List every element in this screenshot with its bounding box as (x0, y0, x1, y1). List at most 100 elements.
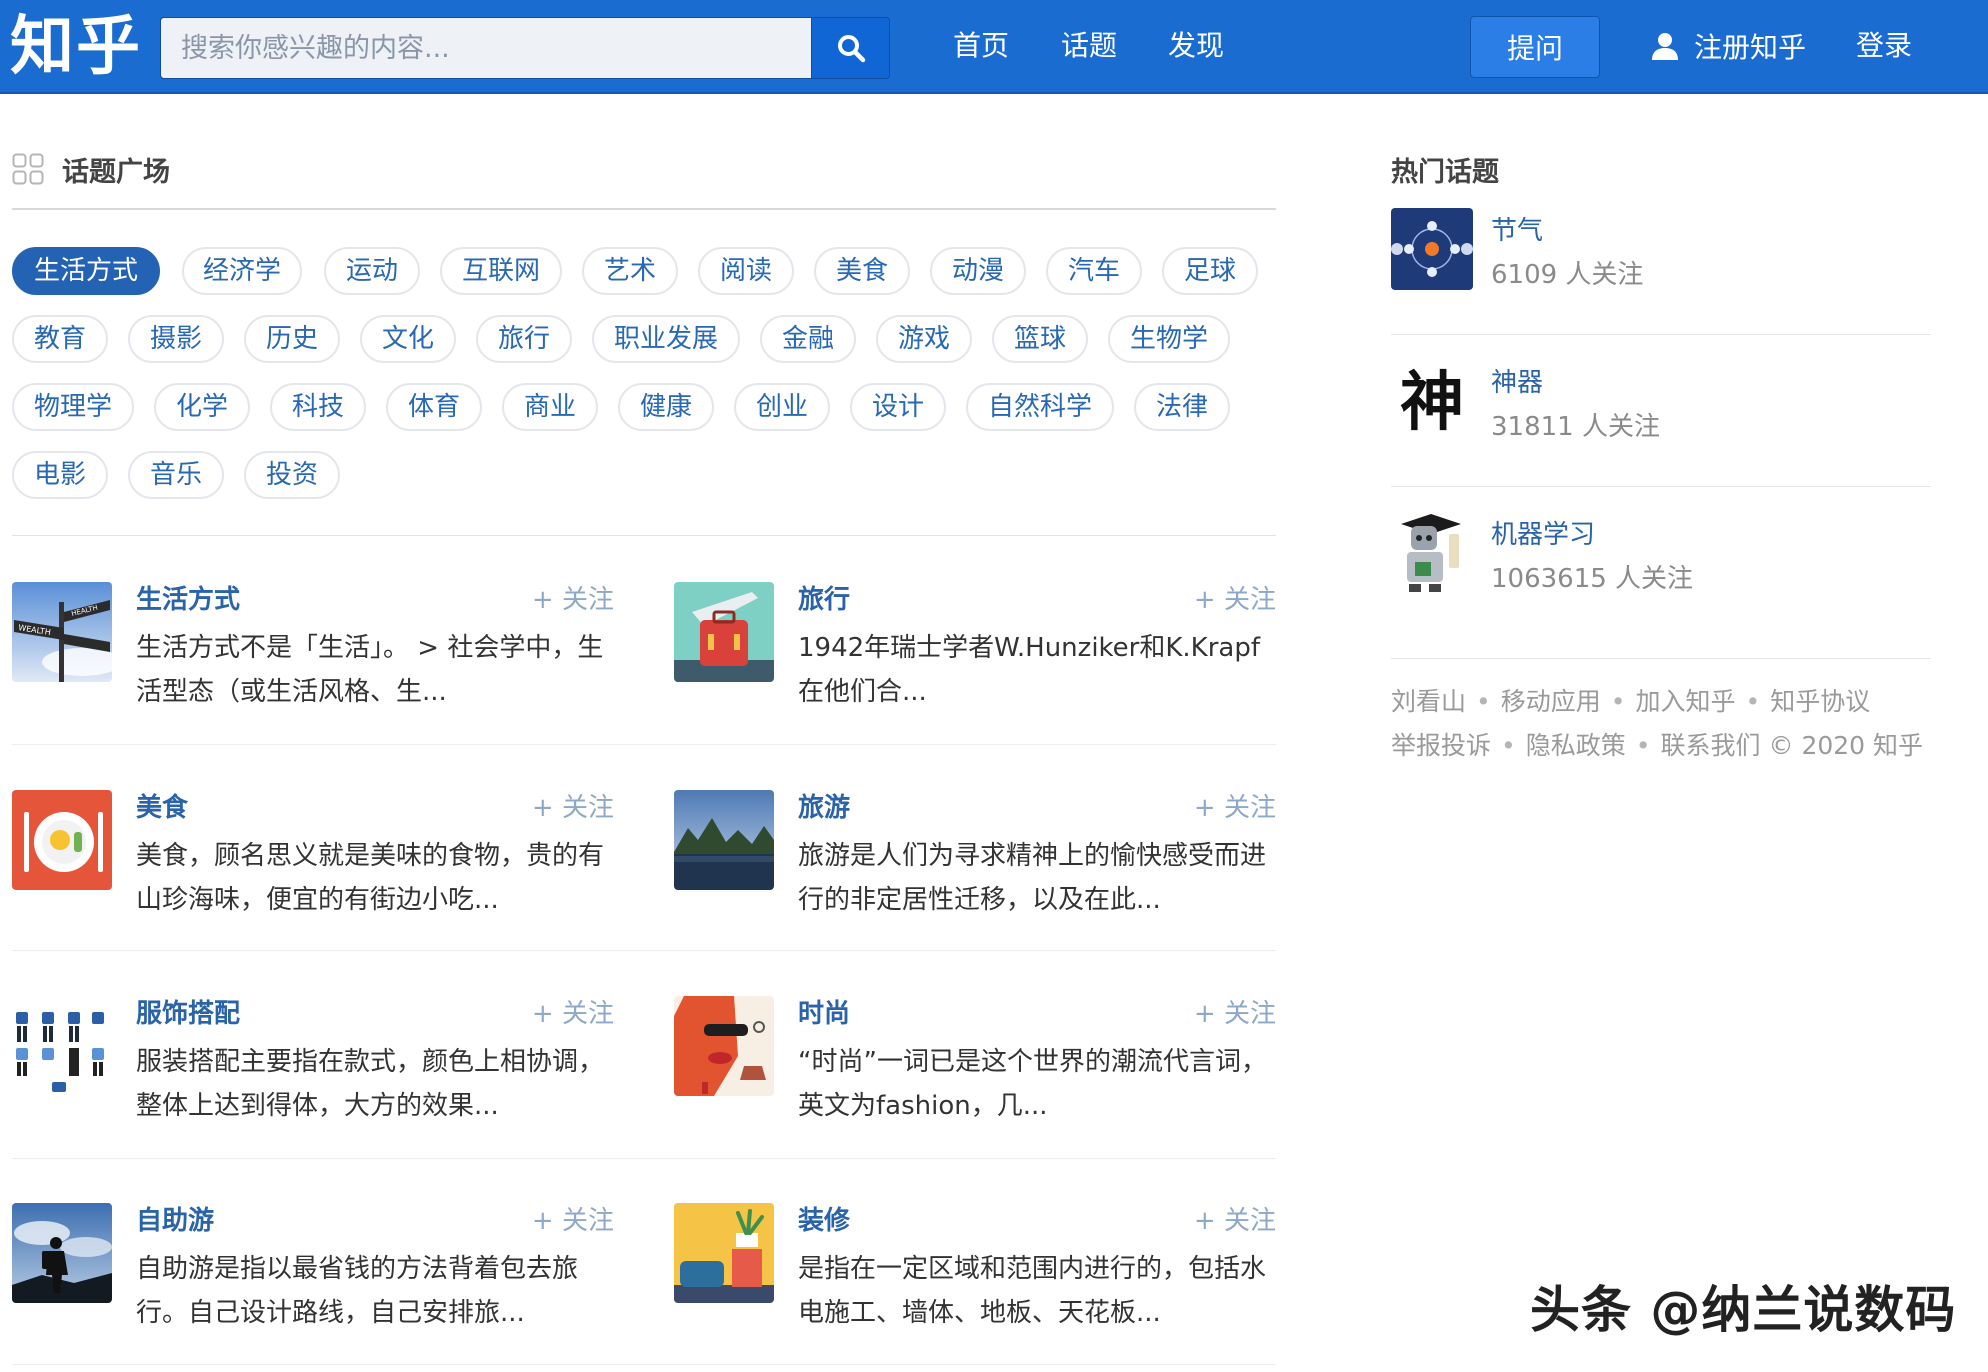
topic-description: 服装搭配主要指在款式，颜色上相协调，整体上达到得体，大方的效果... (136, 1047, 605, 1121)
follow-button[interactable]: + 关注 (1194, 582, 1276, 618)
tag-law[interactable]: 法律 (1134, 383, 1230, 431)
follow-button[interactable]: + 关注 (532, 582, 614, 618)
tag-travel[interactable]: 旅行 (476, 315, 572, 363)
topic-name[interactable]: 旅游 (798, 790, 850, 826)
hot-topic-followers: 31811 人关注 (1491, 412, 1660, 442)
tag-sports[interactable]: 运动 (324, 247, 420, 295)
topic-card-fashion: 时尚 + 关注 “时尚”一词已是这个世界的潮流代言词，英文为fashion，几.… (674, 996, 1276, 1176)
follow-label: 关注 (561, 999, 614, 1029)
self-guided-travel-thumbnail[interactable] (12, 1203, 112, 1303)
watermark: 头条 @纳兰说数码 (1530, 1281, 1957, 1339)
topic-name[interactable]: 自助游 (136, 1203, 214, 1239)
login-link[interactable]: 登录 (1856, 24, 1912, 68)
tag-history[interactable]: 历史 (244, 315, 340, 363)
tag-business[interactable]: 商业 (502, 383, 598, 431)
footer-link-liukanshan[interactable]: 刘看山 (1391, 687, 1466, 716)
travel-thumbnail[interactable] (674, 582, 774, 682)
follow-button[interactable]: + 关注 (532, 1203, 614, 1239)
follow-label: 关注 (1223, 999, 1276, 1029)
follow-label: 关注 (1223, 585, 1276, 615)
separator-dot: • (1635, 731, 1651, 760)
outfit-thumbnail[interactable] (12, 996, 112, 1096)
solar-terms-thumbnail[interactable] (1391, 208, 1473, 290)
ask-question-button[interactable]: 提问 (1470, 16, 1600, 78)
tag-startup[interactable]: 创业 (734, 383, 830, 431)
footer-link-privacy[interactable]: 隐私政策 (1526, 731, 1626, 760)
topic-card-self-guided-travel: 自助游 + 关注 自助游是指以最省钱的方法背着包去旅行。自己设计路线，自己安排旅… (12, 1203, 614, 1372)
topic-name[interactable]: 美食 (136, 790, 188, 826)
topic-name[interactable]: 服饰搭配 (136, 996, 240, 1032)
topic-name[interactable]: 旅行 (798, 582, 850, 618)
search-button[interactable] (812, 17, 890, 79)
tag-internet[interactable]: 互联网 (440, 247, 562, 295)
tag-physics[interactable]: 物理学 (12, 383, 134, 431)
tag-athletics[interactable]: 体育 (386, 383, 482, 431)
tag-food[interactable]: 美食 (814, 247, 910, 295)
topic-card-outfit: 服饰搭配 + 关注 服装搭配主要指在款式，颜色上相协调，整体上达到得体，大方的效… (12, 996, 614, 1176)
nav-topics[interactable]: 话题 (1061, 24, 1117, 68)
tag-basketball[interactable]: 篮球 (992, 315, 1088, 363)
decoration-thumbnail[interactable] (674, 1203, 774, 1303)
tag-finance[interactable]: 金融 (760, 315, 856, 363)
tag-career[interactable]: 职业发展 (592, 315, 740, 363)
follow-button[interactable]: + 关注 (1194, 996, 1276, 1032)
tag-music[interactable]: 音乐 (128, 451, 224, 499)
tag-games[interactable]: 游戏 (876, 315, 972, 363)
footer-link-mobile-app[interactable]: 移动应用 (1501, 687, 1601, 716)
nav-home[interactable]: 首页 (953, 24, 1009, 68)
tag-cars[interactable]: 汽车 (1046, 247, 1142, 295)
machine-learning-thumbnail[interactable] (1391, 512, 1473, 594)
follow-button[interactable]: + 关注 (1194, 1203, 1276, 1239)
hot-divider (1391, 334, 1931, 335)
follow-button[interactable]: + 关注 (532, 996, 614, 1032)
footer-links: 刘看山 • 移动应用 • 加入知乎 • 知乎协议 举报投诉 • 隐私政策 • 联系我们 © 2020… (1391, 680, 1951, 768)
hot-topic-item: 机器学习 1063615 人关注 (1391, 512, 1931, 664)
tag-health[interactable]: 健康 (618, 383, 714, 431)
artifact-thumbnail[interactable]: 神 (1391, 360, 1473, 442)
footer-link-agreement[interactable]: 知乎协议 (1770, 687, 1870, 716)
tag-education[interactable]: 教育 (12, 315, 108, 363)
hot-topic-name[interactable]: 节气 (1491, 210, 1543, 247)
tag-economics[interactable]: 经济学 (182, 247, 302, 295)
topic-card-lifestyle: WEALTH HEALTH 生活方式 + 关注 生活方式不是「生活」。 > 社会… (12, 582, 614, 762)
footer-link-report[interactable]: 举报投诉 (1391, 731, 1491, 760)
footer-link-contact[interactable]: 联系我们 (1661, 731, 1761, 760)
nav-explore[interactable]: 发现 (1168, 24, 1224, 68)
zhihu-logo[interactable]: 知乎 (10, 10, 142, 84)
tag-culture[interactable]: 文化 (360, 315, 456, 363)
tag-investment[interactable]: 投资 (244, 451, 340, 499)
tags-divider (12, 535, 1276, 536)
topic-description: 旅游是人们为寻求精神上的愉快感受而进行的非定居性迁移，以及在此... (798, 841, 1267, 915)
tag-technology[interactable]: 科技 (270, 383, 366, 431)
hot-topic-followers: 1063615 人关注 (1491, 564, 1694, 594)
topic-name[interactable]: 生活方式 (136, 582, 240, 618)
topic-description: 1942年瑞士学者W.Hunziker和K.Krapf在他们合... (798, 633, 1260, 707)
search-input[interactable] (160, 17, 812, 79)
follow-button[interactable]: + 关注 (1194, 790, 1276, 826)
follow-label: 关注 (561, 1206, 614, 1236)
tag-design[interactable]: 设计 (850, 383, 946, 431)
tag-reading[interactable]: 阅读 (698, 247, 794, 295)
hot-topic-followers: 6109 人关注 (1491, 260, 1644, 290)
follow-button[interactable]: + 关注 (532, 790, 614, 826)
footer-link-join[interactable]: 加入知乎 (1636, 687, 1736, 716)
topic-name[interactable]: 装修 (798, 1203, 850, 1239)
tag-chemistry[interactable]: 化学 (154, 383, 250, 431)
fashion-thumbnail[interactable] (674, 996, 774, 1096)
tag-photography[interactable]: 摄影 (128, 315, 224, 363)
tag-football[interactable]: 足球 (1162, 247, 1258, 295)
tag-biology[interactable]: 生物学 (1108, 315, 1230, 363)
tag-natural-science[interactable]: 自然科学 (966, 383, 1114, 431)
tag-anime[interactable]: 动漫 (930, 247, 1026, 295)
topic-name[interactable]: 时尚 (798, 996, 850, 1032)
tag-art[interactable]: 艺术 (582, 247, 678, 295)
tag-movies[interactable]: 电影 (12, 451, 108, 499)
tag-lifestyle[interactable]: 生活方式 (12, 247, 160, 295)
tourism-thumbnail[interactable] (674, 790, 774, 890)
register-link[interactable]: 注册知乎 (1650, 24, 1806, 68)
card-divider (12, 950, 1276, 951)
hot-topic-name[interactable]: 机器学习 (1491, 514, 1595, 551)
food-thumbnail[interactable] (12, 790, 112, 890)
hot-topic-name[interactable]: 神器 (1491, 362, 1543, 399)
lifestyle-thumbnail[interactable]: WEALTH HEALTH (12, 582, 112, 682)
